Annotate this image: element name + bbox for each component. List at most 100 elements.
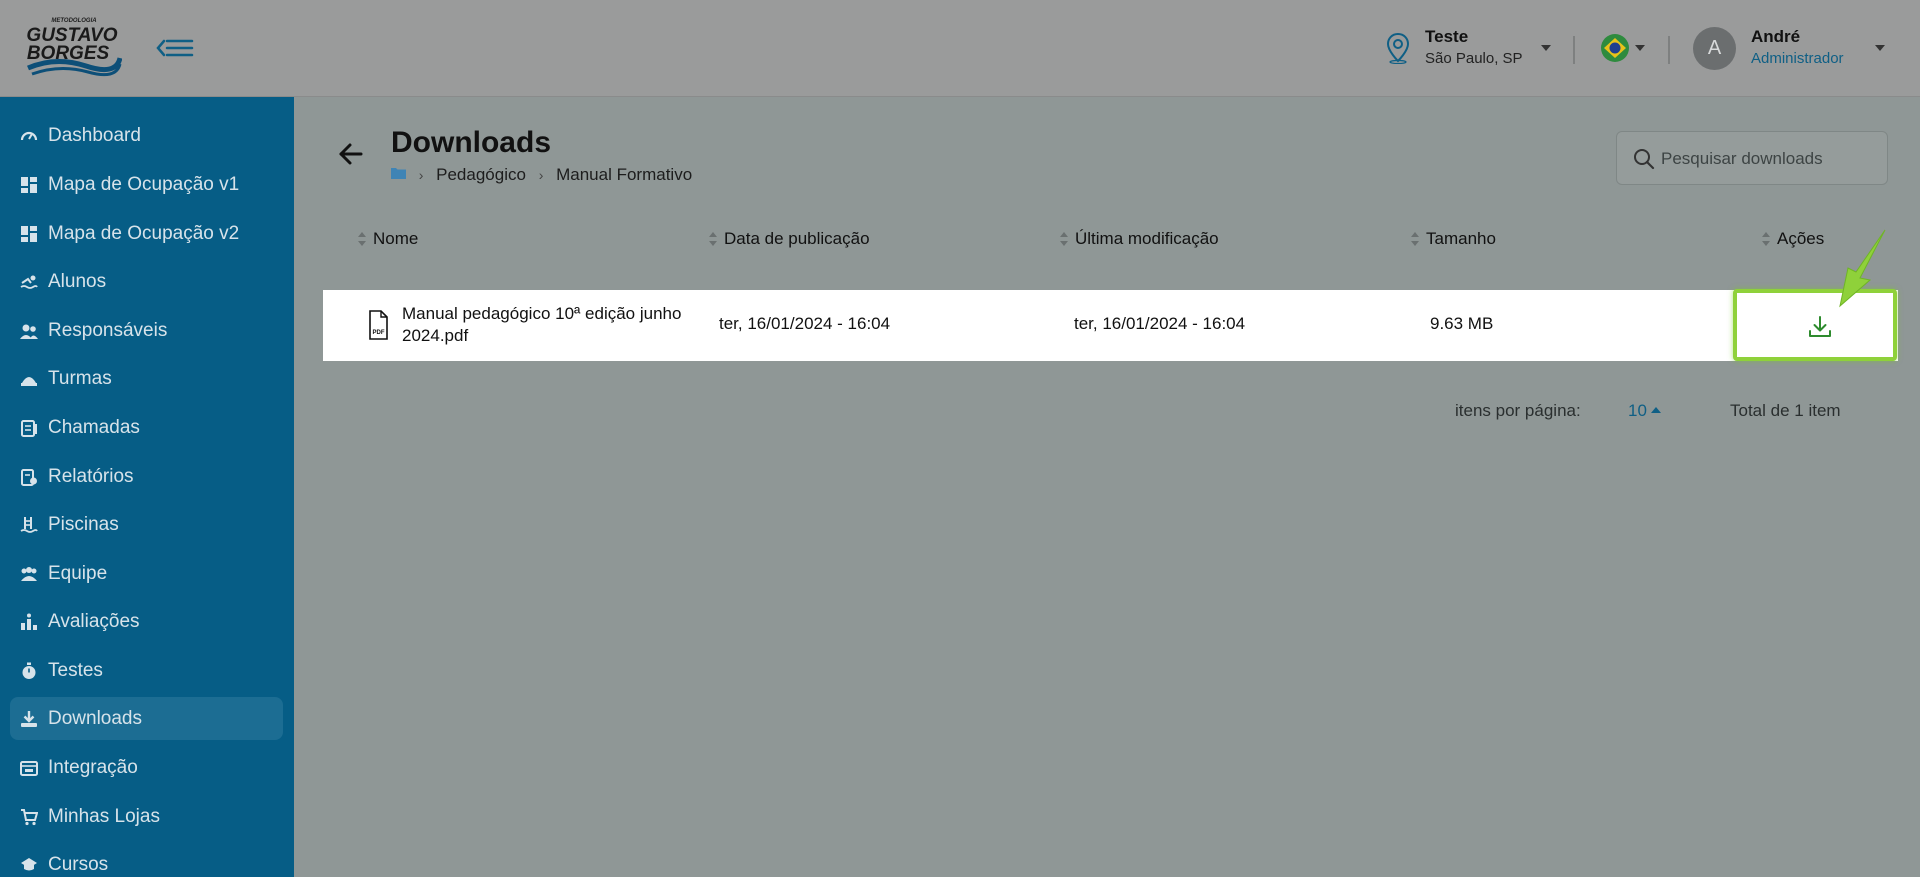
integration-icon: [20, 761, 38, 776]
chevron-down-icon: [1541, 45, 1551, 51]
user-menu[interactable]: A André Administrador: [1693, 27, 1885, 73]
divider: [1573, 36, 1575, 64]
sort-icon: [358, 232, 366, 246]
school-selector[interactable]: Teste São Paulo, SP: [1385, 26, 1555, 72]
gustavo-borges-logo[interactable]: METODOLOGIA GUSTAVO BORGES: [26, 16, 123, 80]
chevron-down-icon: [1875, 45, 1885, 51]
sidebar-item-minhas-lojas[interactable]: Minhas Lojas: [10, 795, 283, 838]
sidebar-item-label: Relatórios: [48, 466, 134, 487]
chevron-down-icon: [1635, 45, 1645, 51]
grid-icon: [21, 226, 37, 242]
sidebar-item-mapa-v2[interactable]: Mapa de Ocupação v2: [10, 212, 283, 255]
modified-date: ter, 16/01/2024 - 16:04: [1074, 314, 1246, 333]
sidebar-item-label: Downloads: [48, 708, 142, 729]
search-input[interactable]: [1661, 144, 1881, 174]
sort-icon: [709, 232, 717, 246]
sidebar-item-dashboard[interactable]: Dashboard: [10, 114, 283, 157]
cart-icon: [21, 809, 38, 826]
brazil-flag-icon: [1601, 34, 1629, 62]
sidebar-item-label: Mapa de Ocupação v1: [48, 174, 240, 195]
evaluation-icon: [21, 613, 37, 630]
sidebar-item-label: Integração: [48, 757, 138, 778]
column-header-data-publicacao[interactable]: Data de publicação: [708, 228, 870, 252]
items-per-page-value: 10: [1628, 401, 1647, 420]
search-icon: [1634, 149, 1655, 170]
svg-text:METODOLOGIA: METODOLOGIA: [51, 18, 96, 24]
sidebar: Dashboard Mapa de Ocupação v1 Mapa de Oc…: [0, 97, 294, 877]
sidebar-item-responsaveis[interactable]: Responsáveis: [10, 309, 283, 352]
grid-icon: [21, 177, 37, 193]
school-location: São Paulo, SP: [1425, 50, 1523, 67]
sidebar-item-label: Minhas Lojas: [48, 806, 160, 827]
sidebar-item-chamadas[interactable]: Chamadas: [10, 406, 283, 449]
sidebar-item-testes[interactable]: Testes: [10, 649, 283, 692]
sidebar-item-label: Chamadas: [48, 417, 140, 438]
table-row[interactable]: PDF Manual pedagógico 10ª edição junho 2…: [323, 290, 1898, 361]
sort-icon: [1411, 232, 1419, 246]
file-name[interactable]: Manual pedagógico 10ª edição junho 2024.…: [402, 303, 702, 347]
school-name: Teste: [1425, 27, 1469, 46]
items-per-page-label: itens por página:: [1455, 401, 1581, 420]
dashboard-icon: [20, 131, 38, 141]
column-header-tamanho[interactable]: Tamanho: [1410, 228, 1496, 252]
pdf-file-icon: PDF: [369, 310, 388, 340]
column-header-nome[interactable]: Nome: [357, 228, 418, 252]
sidebar-item-label: Avaliações: [48, 611, 140, 632]
page-title: Downloads: [391, 126, 552, 159]
chevron-right-icon: ›: [418, 166, 424, 183]
sidebar-item-cursos[interactable]: Cursos: [10, 843, 283, 877]
column-header-acoes[interactable]: Ações: [1761, 228, 1824, 252]
sort-icon: [1762, 232, 1770, 246]
sidebar-item-integracao[interactable]: Integração: [10, 746, 283, 789]
column-header-label: Tamanho: [1426, 229, 1496, 248]
download-icon: [1809, 316, 1831, 337]
sidebar-item-label: Piscinas: [48, 514, 119, 535]
sidebar-item-label: Mapa de Ocupação v2: [48, 223, 240, 244]
breadcrumb-item-current: Manual Formativo: [556, 164, 693, 184]
sidebar-item-label: Cursos: [48, 854, 109, 875]
language-selector[interactable]: [1600, 33, 1646, 63]
sidebar-item-alunos[interactable]: Alunos: [10, 260, 283, 303]
column-header-label: Nome: [373, 229, 419, 248]
sidebar-item-turmas[interactable]: Turmas: [10, 357, 283, 400]
column-header-label: Ações: [1777, 229, 1825, 248]
pool-icon: [20, 517, 38, 533]
search-box[interactable]: [1616, 131, 1888, 185]
location-pin-icon: [1386, 32, 1410, 64]
team-icon: [21, 567, 37, 581]
breadcrumb-item[interactable]: Pedagógico: [436, 165, 526, 185]
divider: [1668, 36, 1670, 64]
svg-text:PDF: PDF: [373, 330, 385, 336]
sidebar-item-label: Equipe: [48, 563, 108, 584]
sidebar-item-mapa-v1[interactable]: Mapa de Ocupação v1: [10, 163, 283, 206]
chevron-right-icon: ›: [538, 166, 544, 183]
sidebar-item-label: Turmas: [48, 368, 112, 389]
avatar: A: [1693, 27, 1736, 70]
stopwatch-icon: [22, 662, 36, 679]
folder-icon[interactable]: [391, 165, 406, 185]
caret-up-icon: [1650, 407, 1661, 413]
sort-icon: [1060, 232, 1068, 246]
sidebar-item-piscinas[interactable]: Piscinas: [10, 503, 283, 546]
sidebar-item-label: Alunos: [48, 271, 107, 292]
class-icon: [21, 377, 37, 386]
column-header-label: Última modificação: [1075, 229, 1219, 248]
column-header-label: Data de publicação: [724, 229, 870, 248]
menu-collapse-icon[interactable]: [155, 34, 195, 62]
user-name: André: [1751, 27, 1801, 46]
total-items: Total de 1 item: [1730, 401, 1841, 420]
sidebar-item-label: Testes: [48, 660, 103, 681]
items-per-page-select[interactable]: 10: [1628, 401, 1661, 421]
sidebar-item-downloads[interactable]: Downloads: [10, 697, 283, 740]
sidebar-item-relatorios[interactable]: Relatórios: [10, 455, 283, 498]
published-date: ter, 16/01/2024 - 16:04: [719, 314, 891, 333]
top-bar: METODOLOGIA GUSTAVO BORGES Teste São Pau…: [0, 0, 1920, 97]
column-header-ultima-modificacao[interactable]: Última modificação: [1059, 228, 1219, 252]
back-arrow-icon[interactable]: [336, 140, 366, 168]
download-icon: [21, 711, 37, 727]
graduation-icon: [21, 858, 37, 871]
users-icon: [20, 324, 38, 339]
sidebar-item-equipe[interactable]: Equipe: [10, 552, 283, 595]
user-role: Administrador: [1751, 50, 1844, 67]
sidebar-item-avaliacoes[interactable]: Avaliações: [10, 600, 283, 643]
